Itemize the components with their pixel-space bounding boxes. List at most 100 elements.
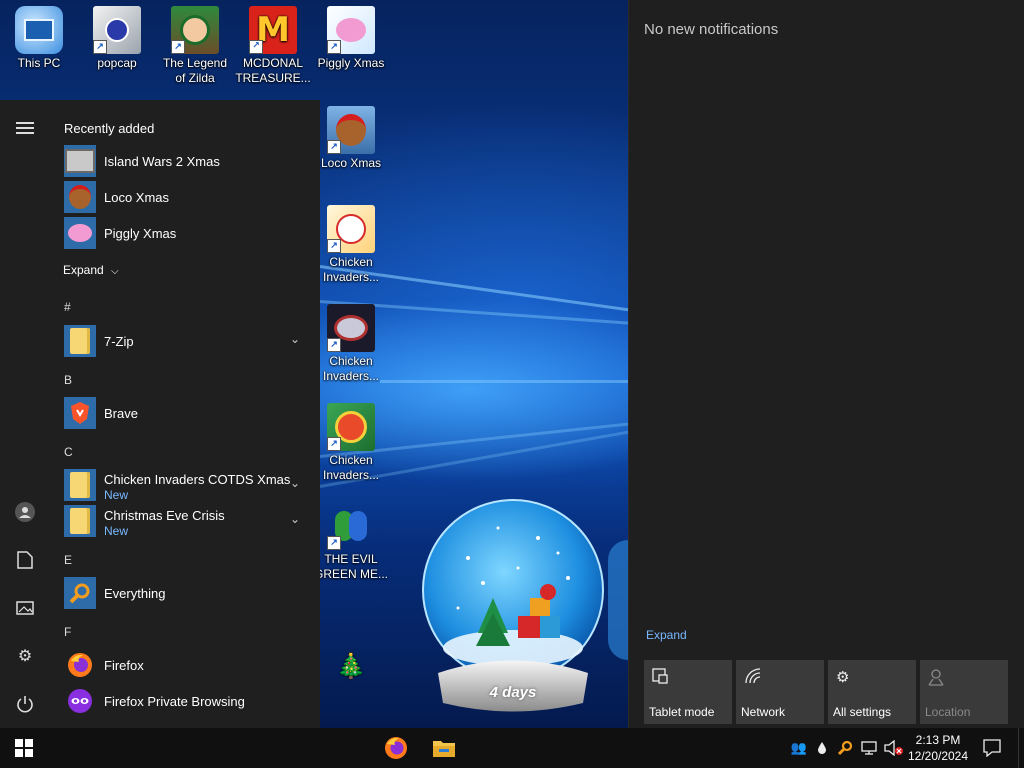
messenger-icon: ↗ bbox=[327, 502, 375, 550]
desktop-icon-mcdonal-treasure[interactable]: M ↗ MCDONAL TREASURE... bbox=[235, 6, 311, 86]
desktop-icon-evil-green-messenger[interactable]: ↗ THE EVIL GREEN ME... bbox=[313, 502, 389, 582]
chevron-down-icon: ⌄ bbox=[289, 476, 300, 490]
firefox-icon bbox=[385, 737, 407, 759]
expand-recent-button[interactable]: Expand ⌵ bbox=[63, 263, 119, 277]
taskbar-file-explorer[interactable] bbox=[422, 728, 466, 768]
quick-action-tablet-mode[interactable]: Tablet mode bbox=[644, 660, 732, 724]
start-app-everything[interactable]: Everything bbox=[50, 576, 312, 610]
taskbar-firefox[interactable] bbox=[374, 728, 418, 768]
quick-action-location[interactable]: Location bbox=[920, 660, 1008, 724]
app-name: Firefox Private Browsing bbox=[104, 694, 245, 709]
people-icon: 👥 bbox=[790, 740, 808, 755]
folder-icon bbox=[64, 505, 96, 537]
settings-icon[interactable]: ⚙ bbox=[13, 644, 37, 668]
action-center: No new notifications Expand Tablet mode … bbox=[628, 0, 1024, 728]
group-letter[interactable]: B bbox=[64, 373, 72, 387]
group-letter[interactable]: E bbox=[64, 553, 72, 567]
file-explorer-icon bbox=[433, 741, 455, 757]
tray-drop[interactable] bbox=[811, 728, 833, 768]
desktop-icon-loco-xmas[interactable]: ↗ Loco Xmas bbox=[313, 106, 389, 171]
start-app-7zip[interactable]: 7-Zip ⌄ bbox=[50, 324, 312, 358]
everything-search-icon bbox=[837, 740, 853, 756]
bear-icon bbox=[64, 181, 96, 213]
show-desktop-button[interactable] bbox=[1018, 728, 1024, 768]
quick-action-all-settings[interactable]: ⚙ All settings bbox=[828, 660, 916, 724]
recently-added-header: Recently added bbox=[64, 121, 155, 136]
desktop-icon-chicken-invaders-2[interactable]: ↗ Chicken Invaders... bbox=[313, 304, 389, 384]
mcdonalds-icon: M ↗ bbox=[249, 6, 297, 54]
start-app-firefox-private[interactable]: Firefox Private Browsing bbox=[50, 684, 312, 718]
documents-icon[interactable] bbox=[13, 548, 37, 572]
start-app-chicken-invaders[interactable]: Chicken Invaders COTDS Xmas New ⌄ bbox=[50, 468, 312, 502]
app-name: Piggly Xmas bbox=[104, 226, 177, 241]
desktop-icon-label: Loco Xmas bbox=[320, 156, 382, 170]
desktop-icon-label: This PC bbox=[17, 56, 61, 70]
notification-icon bbox=[983, 739, 1001, 757]
tray-everything[interactable] bbox=[834, 728, 856, 768]
desktop-icon-piggly-xmas[interactable]: ↗ Piggly Xmas bbox=[313, 6, 389, 71]
desktop-icon-label: Chicken Invaders... bbox=[322, 354, 380, 383]
tray-network[interactable] bbox=[858, 728, 882, 768]
tray-people[interactable]: 👥 bbox=[788, 728, 810, 768]
snow-globe-edge bbox=[608, 540, 628, 660]
gear-icon: ⚙ bbox=[836, 669, 850, 686]
desktop-icon-label: The Legend of Zilda bbox=[162, 56, 228, 85]
app-name: 7-Zip bbox=[104, 334, 134, 349]
group-letter[interactable]: C bbox=[64, 445, 73, 459]
network-icon bbox=[744, 668, 762, 688]
start-app-christmas-eve-crisis[interactable]: Christmas Eve Crisis New ⌄ bbox=[50, 504, 312, 538]
quick-action-network[interactable]: Network bbox=[736, 660, 824, 724]
pictures-icon[interactable] bbox=[13, 596, 37, 620]
start-app-piggly-xmas[interactable]: Piggly Xmas bbox=[50, 216, 312, 250]
start-menu: ⚙ Recently added Island Wars 2 Xmas Loco… bbox=[0, 100, 320, 728]
expand-label: Expand bbox=[63, 263, 104, 277]
power-icon[interactable] bbox=[13, 692, 37, 716]
clock-date: 12/20/2024 bbox=[907, 749, 969, 763]
desktop-icon-this-pc[interactable]: This PC bbox=[1, 6, 77, 71]
desktop-icon-chicken-invaders-3[interactable]: ↗ Chicken Invaders... bbox=[313, 403, 389, 483]
app-name: Firefox bbox=[104, 658, 144, 673]
snow-globe-countdown[interactable]: 4 days bbox=[418, 498, 608, 720]
start-app-brave[interactable]: Brave bbox=[50, 396, 312, 430]
folder-icon bbox=[64, 325, 96, 357]
game-icon: ↗ bbox=[171, 6, 219, 54]
action-center-button[interactable] bbox=[978, 728, 1006, 768]
taskbar-clock[interactable]: 2:13 PM 12/20/2024 bbox=[905, 732, 971, 764]
network-icon bbox=[861, 741, 877, 755]
app-name: Chicken Invaders COTDS Xmas bbox=[104, 472, 291, 487]
desktop-icon-label: Chicken Invaders... bbox=[322, 453, 380, 482]
chicken-icon: ↗ bbox=[327, 205, 375, 253]
clock-time: 2:13 PM bbox=[915, 733, 961, 747]
desktop-icon-legend-of-zilda[interactable]: ↗ The Legend of Zilda bbox=[157, 6, 233, 86]
app-name: Christmas Eve Crisis bbox=[104, 508, 225, 523]
computer-icon bbox=[15, 6, 63, 54]
bear-icon: ↗ bbox=[327, 106, 375, 154]
everything-search-icon bbox=[64, 577, 96, 609]
firefox-private-icon bbox=[64, 685, 96, 717]
chevron-down-icon: ⌄ bbox=[289, 332, 300, 346]
quick-action-label: Tablet mode bbox=[649, 705, 715, 719]
group-letter[interactable]: # bbox=[64, 300, 71, 314]
hamburger-icon[interactable] bbox=[13, 116, 37, 140]
user-icon[interactable] bbox=[13, 500, 37, 524]
start-app-island-wars[interactable]: Island Wars 2 Xmas bbox=[50, 144, 312, 178]
drop-icon bbox=[818, 742, 826, 754]
quick-action-label: All settings bbox=[833, 705, 892, 719]
start-app-loco-xmas[interactable]: Loco Xmas bbox=[50, 180, 312, 214]
start-app-firefox[interactable]: Firefox bbox=[50, 648, 312, 682]
quick-action-label: Network bbox=[741, 705, 786, 719]
chevron-down-icon: ⌵ bbox=[111, 266, 119, 277]
tray-volume[interactable] bbox=[883, 728, 905, 768]
pig-icon bbox=[64, 217, 96, 249]
desktop-icon-label: popcap bbox=[97, 56, 137, 70]
start-button[interactable] bbox=[0, 728, 48, 768]
firefox-icon bbox=[64, 649, 96, 681]
desktop-icon-popcap[interactable]: ↗ popcap bbox=[79, 6, 155, 71]
chicken-icon: ↗ bbox=[327, 304, 375, 352]
app-name: Brave bbox=[104, 406, 138, 421]
group-letter[interactable]: F bbox=[64, 625, 71, 639]
app-name: Loco Xmas bbox=[104, 190, 170, 205]
quick-action-label: Location bbox=[925, 705, 971, 719]
desktop-icon-chicken-invaders-1[interactable]: ↗ Chicken Invaders... bbox=[313, 205, 389, 285]
expand-quick-actions-link[interactable]: Expand bbox=[646, 628, 687, 642]
